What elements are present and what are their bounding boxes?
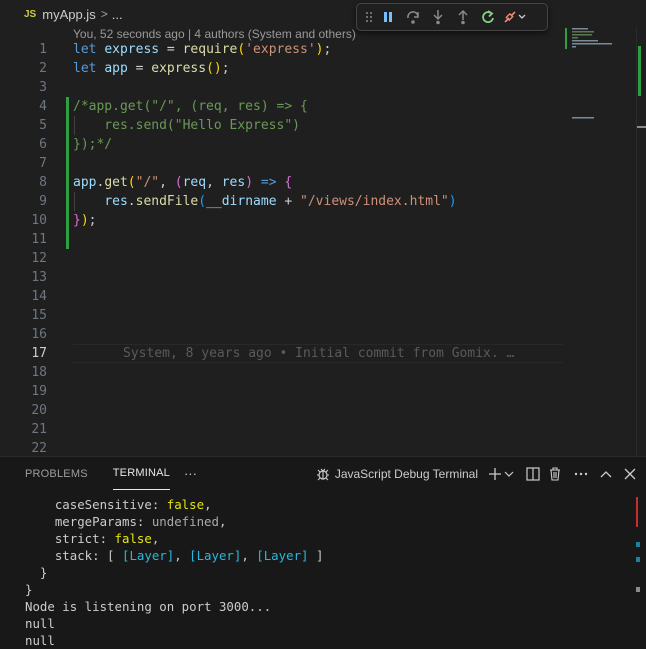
terminal-line: stack: [ [Layer], [Layer], [Layer] ] (54, 548, 324, 563)
tab-problems[interactable]: PROBLEMS (25, 457, 88, 490)
terminal-line: null (25, 633, 55, 648)
debug-toolbar[interactable] (356, 3, 548, 31)
more-actions-icon[interactable] (574, 463, 588, 485)
line-number[interactable]: 19 (0, 382, 47, 401)
line-number[interactable]: 9 (0, 192, 47, 211)
inline-blame-annotation[interactable]: System, 8 years ago • Initial commit fro… (123, 344, 514, 363)
split-terminal-icon[interactable] (526, 463, 540, 485)
breadcrumb-more[interactable]: ... (112, 7, 123, 22)
panel-more-button[interactable]: ··· (184, 466, 197, 481)
line-number[interactable]: 21 (0, 420, 47, 439)
trash-icon[interactable] (548, 463, 562, 485)
minimap-preview (565, 28, 612, 119)
terminal-scrollbar[interactable] (634, 497, 646, 647)
code-line-10: }); (73, 213, 97, 228)
line-number[interactable]: 18 (0, 363, 47, 382)
restart-icon[interactable] (475, 6, 500, 28)
terminal-line: Node is listening on port 3000... (25, 599, 272, 614)
line-number[interactable]: 22 (0, 439, 47, 456)
line-number[interactable]: 5 (0, 116, 47, 135)
line-number[interactable]: 6 (0, 135, 47, 154)
line-number[interactable]: 2 (0, 59, 47, 78)
new-terminal-plus-icon[interactable] (488, 463, 502, 485)
step-into-icon[interactable] (425, 6, 450, 28)
line-number[interactable]: 20 (0, 401, 47, 420)
grip-icon[interactable] (363, 6, 375, 28)
javascript-file-icon: JS (24, 8, 37, 20)
editor-scrollbar[interactable] (636, 28, 646, 456)
line-number[interactable]: 4 (0, 97, 47, 116)
code-line-5: res.send("Hello Express") (73, 118, 300, 133)
line-number[interactable]: 1 (0, 40, 47, 59)
overview-ruler (637, 46, 646, 128)
line-number[interactable]: 13 (0, 268, 47, 287)
step-out-icon[interactable] (450, 6, 475, 28)
line-number[interactable]: 16 (0, 325, 47, 344)
line-number[interactable]: 10 (0, 211, 47, 230)
terminal-line: } (39, 565, 48, 580)
terminal-line: } (25, 582, 33, 597)
terminal-line: mergeParams: undefined, (54, 514, 227, 529)
minimap[interactable] (564, 28, 636, 456)
code-editor[interactable]: You, 52 seconds ago | 4 authors (System … (0, 28, 646, 456)
disconnect-icon[interactable] (500, 6, 530, 28)
terminal-line: strict: false, (54, 531, 160, 546)
line-number[interactable]: 14 (0, 287, 47, 306)
panel-actions: JavaScript Debug Terminal (307, 457, 636, 490)
tab-terminal[interactable]: TERMINAL (112, 457, 170, 490)
chevron-up-icon[interactable] (600, 463, 612, 485)
terminal-line: caseSensitive: false, (54, 497, 212, 512)
terminal-line: null (25, 616, 55, 631)
debug-terminal-icon[interactable] (315, 463, 331, 485)
code-line-6: });*/ (73, 137, 113, 152)
terminal-overview-ruler (636, 497, 640, 592)
line-number[interactable]: 15 (0, 306, 47, 325)
terminal-output[interactable]: caseSensitive: false, mergeParams: undef… (25, 496, 625, 649)
code-line-2: let app = express(); (73, 61, 230, 76)
pause-icon[interactable] (375, 6, 400, 28)
line-number[interactable]: 17 (0, 344, 47, 363)
breadcrumb: JS myApp.js > ... (0, 0, 646, 28)
line-number[interactable]: 3 (0, 78, 47, 97)
breadcrumb-file-name[interactable]: myApp.js (42, 7, 95, 22)
line-number[interactable]: 8 (0, 173, 47, 192)
code-line-1: let express = require('express'); (73, 42, 332, 57)
line-number[interactable]: 7 (0, 154, 47, 173)
step-over-icon[interactable] (400, 6, 425, 28)
line-number[interactable]: 12 (0, 249, 47, 268)
chevron-down-icon[interactable] (504, 463, 514, 485)
code-line-4: /*app.get("/", (req, res) => { (73, 99, 308, 114)
terminal-name-label[interactable]: JavaScript Debug Terminal (335, 467, 478, 481)
bottom-panel: PROBLEMS TERMINAL ··· JavaScript Debug T… (0, 456, 646, 649)
close-icon[interactable] (624, 463, 636, 485)
line-number[interactable]: 11 (0, 230, 47, 249)
chevron-right-icon: > (100, 7, 108, 21)
code-line-8: app.get("/", (req, res) => { (73, 175, 293, 190)
code-line-9: res.sendFile(__dirname + "/views/index.h… (104, 194, 457, 209)
git-added-bar[interactable] (66, 97, 69, 249)
